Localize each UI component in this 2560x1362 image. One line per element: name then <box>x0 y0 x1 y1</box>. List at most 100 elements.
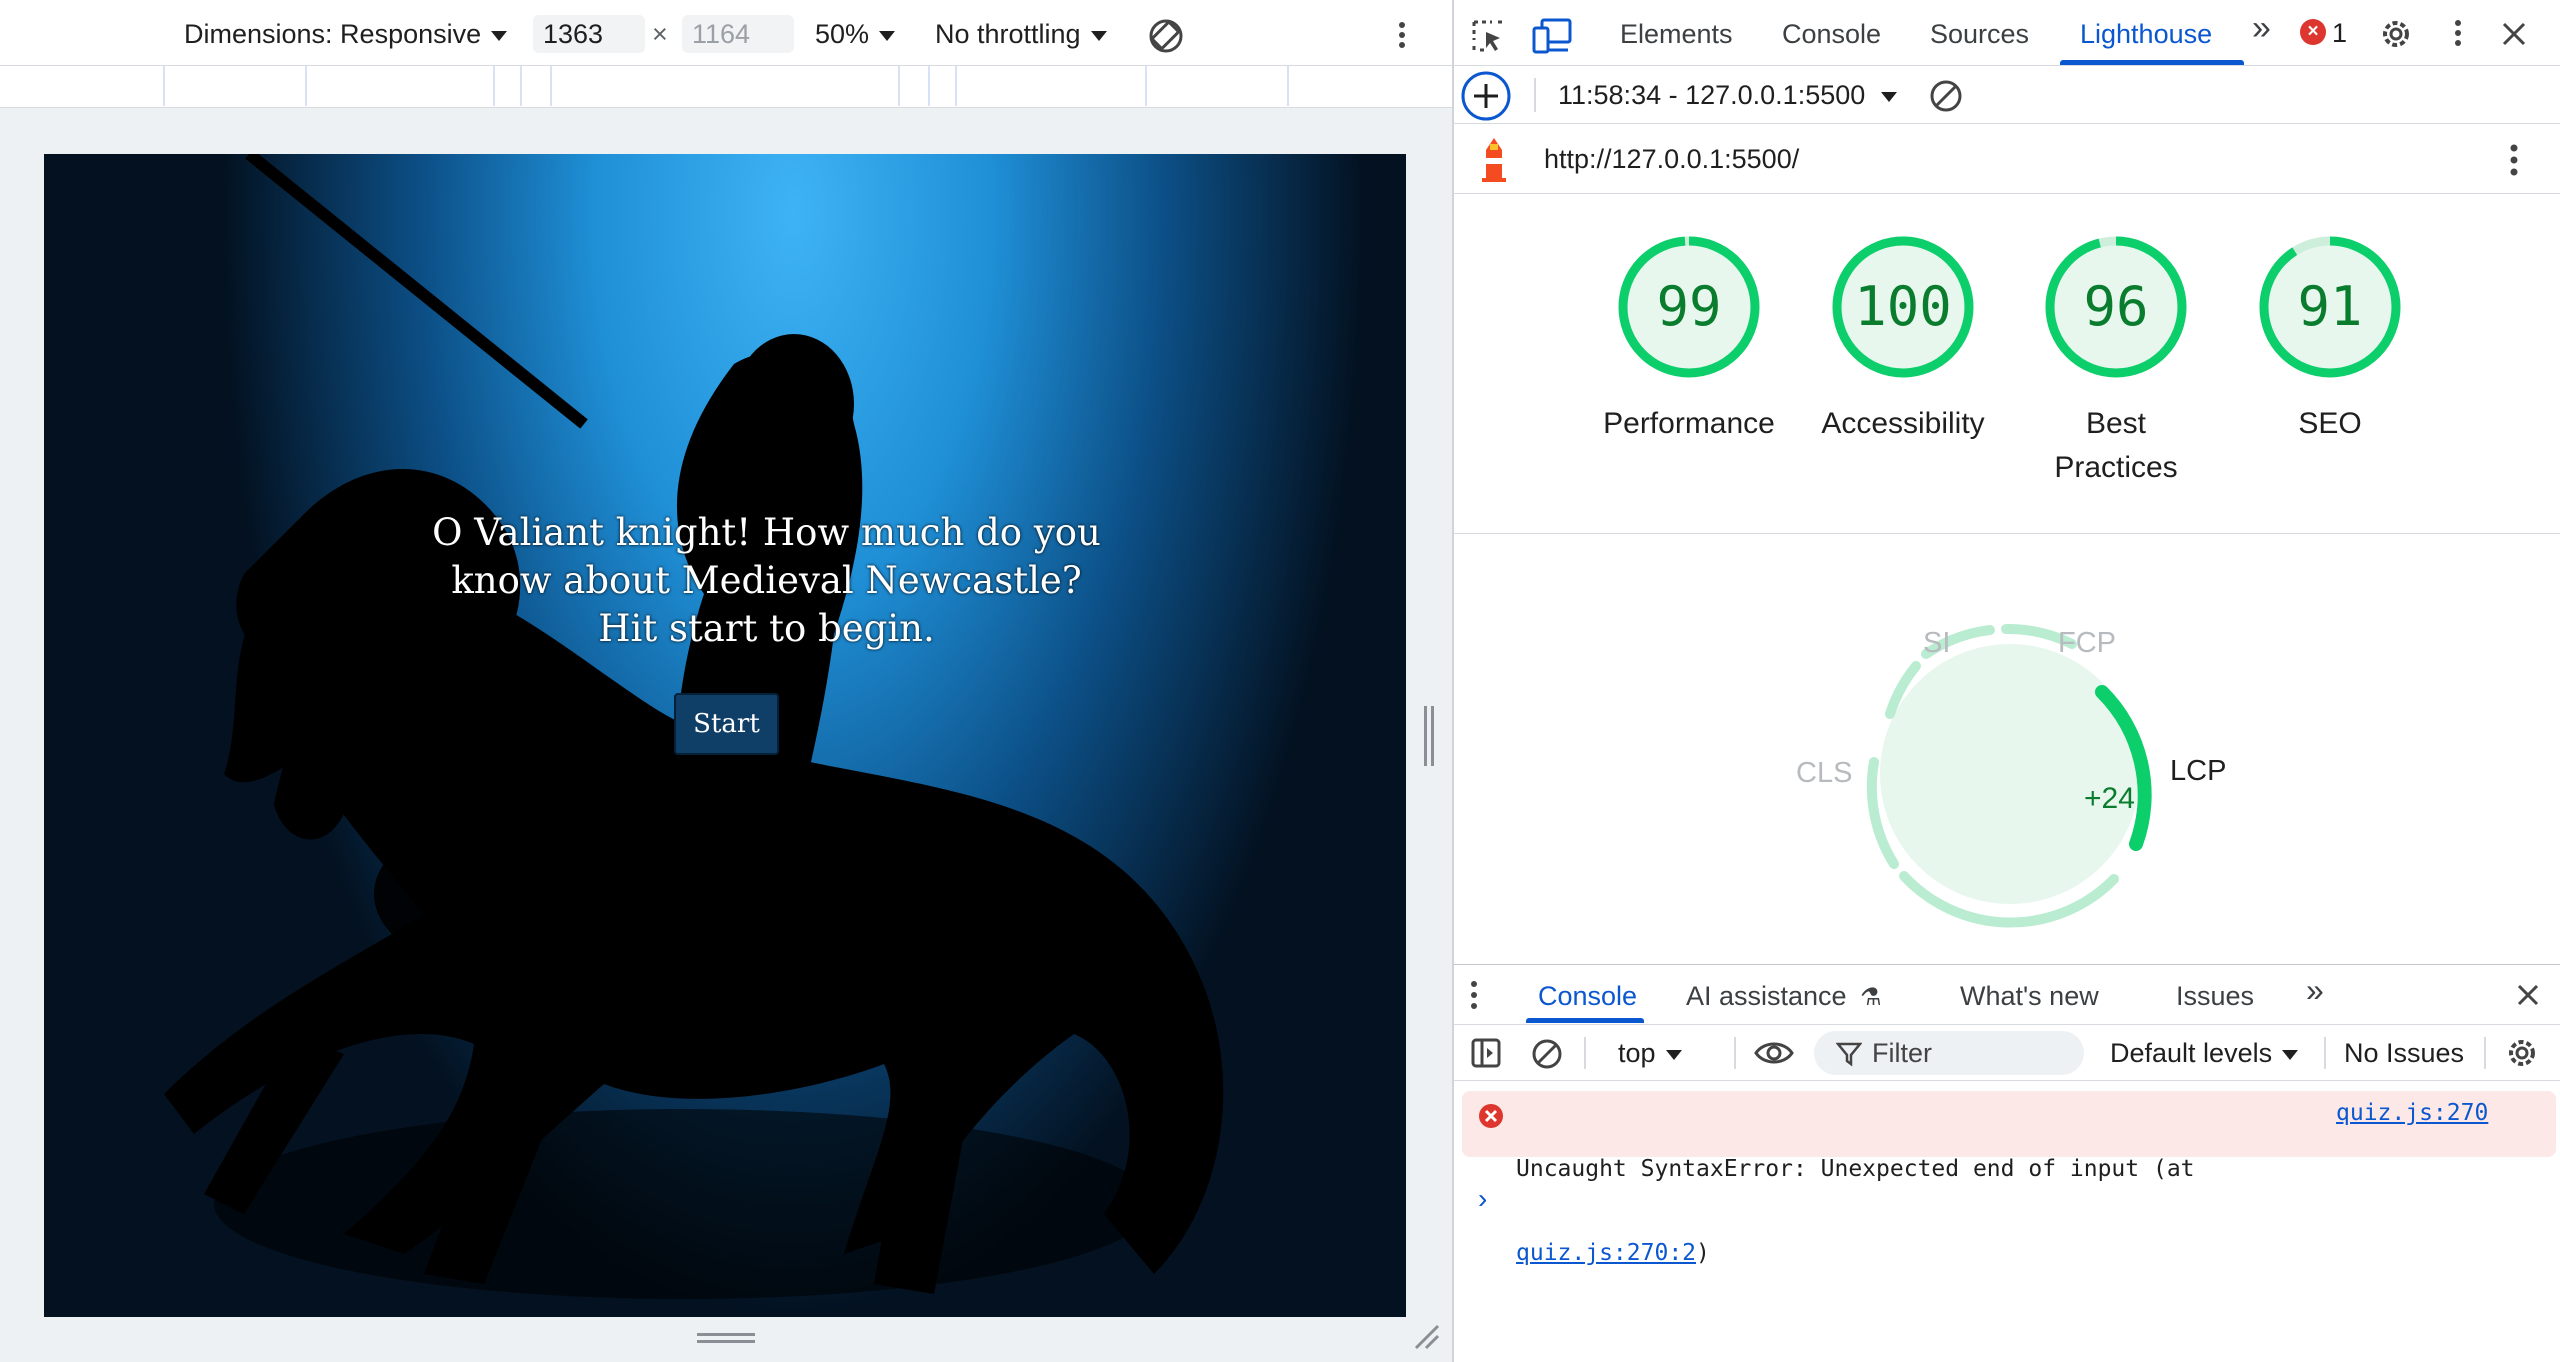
drawer-tab-label: AI assistance <box>1686 981 1847 1011</box>
quiz-intro-heading: O Valiant knight! How much do you know a… <box>374 509 1159 653</box>
lighthouse-logo-icon <box>1482 138 1506 182</box>
drawer-tab-whats-new[interactable]: What's new <box>1960 979 2099 1013</box>
ruler-tick <box>520 66 522 106</box>
metric-label-lcp[interactable]: LCP <box>2170 754 2226 788</box>
accessibility-gauge[interactable]: 100 <box>1830 234 1976 380</box>
best-practices-gauge[interactable]: 96 <box>2043 234 2189 380</box>
gauge-score: 99 <box>1656 275 1722 338</box>
times-separator: × <box>652 19 668 49</box>
start-button[interactable]: Start <box>674 693 779 755</box>
devtools-tab-bar: Elements Console Sources Lighthouse » × … <box>1454 0 2560 66</box>
ruler-tick <box>305 66 307 106</box>
media-query-ruler <box>0 66 1452 108</box>
device-toolbar: Dimensions: Responsive 1363 × 1164 50% N… <box>0 0 1452 66</box>
console-prompt-chevron-icon[interactable]: › <box>1478 1183 1487 1215</box>
chevron-down-icon <box>1090 30 1107 41</box>
devtools-panel: Elements Console Sources Lighthouse » × … <box>1452 0 2560 1362</box>
inspect-element-icon[interactable] <box>1470 18 1506 54</box>
error-count[interactable]: 1 <box>2332 17 2347 49</box>
console-drawer: Console AI assistance ⚗ What's new Issue… <box>1454 964 2560 1362</box>
device-mode-pane: Dimensions: Responsive 1363 × 1164 50% N… <box>0 0 1452 1362</box>
device-toolbar-toggle-icon[interactable] <box>1532 18 1572 54</box>
customize-menu-icon[interactable] <box>2448 18 2468 48</box>
live-expression-eye-icon[interactable] <box>1754 1039 1794 1067</box>
gauge-label-line: SEO <box>2298 407 2362 440</box>
viewport-width-resize-handle[interactable] <box>1424 706 1434 766</box>
issues-counter[interactable]: No Issues <box>2344 1035 2464 1071</box>
lcp-delta: +24 <box>2084 782 2135 815</box>
gauge-label-line: Performance <box>1603 407 1775 440</box>
chevron-down-icon <box>491 30 508 41</box>
close-devtools-icon[interactable] <box>2500 20 2528 48</box>
zoom-label: 50% <box>815 19 870 49</box>
console-settings-gear-icon[interactable] <box>2504 1035 2540 1071</box>
metric-label-si[interactable]: SI <box>1923 626 1950 660</box>
error-icon <box>1479 1104 1503 1128</box>
report-url[interactable]: http://127.0.0.1:5500/ <box>1544 142 1799 176</box>
metrics-ring <box>1866 623 2152 928</box>
seo-gauge[interactable]: 91 <box>2257 234 2403 380</box>
new-report-plus-icon[interactable] <box>1460 70 1512 122</box>
more-tabs-icon[interactable]: » <box>2252 10 2271 46</box>
console-toolbar: top Filter Default levels No Issues <box>1454 1025 2560 1081</box>
settings-gear-icon[interactable] <box>2378 16 2414 52</box>
gauge-label: Accessibility <box>1793 402 2013 446</box>
gauge-score: 96 <box>2083 275 2149 338</box>
clear-console-icon[interactable] <box>1530 1037 1564 1071</box>
zoom-dropdown[interactable]: 50% <box>815 17 896 51</box>
filter-icon <box>1836 1042 1862 1067</box>
log-levels-dropdown[interactable]: Default levels <box>2110 1035 2299 1071</box>
ruler-tick <box>1145 66 1147 106</box>
report-selector-label: 11:58:34 - 127.0.0.1:5500 <box>1558 80 1866 110</box>
performance-metrics-gauge: SI FCP CLS LCP +24 <box>1454 534 2560 964</box>
ruler-tick <box>493 66 495 106</box>
performance-gauge[interactable]: 99 <box>1616 234 1762 380</box>
gauge-label: Performance <box>1579 402 1799 446</box>
gauge-score: 91 <box>2297 275 2363 338</box>
viewport-height-resize-handle[interactable] <box>697 1333 755 1343</box>
ruler-tick <box>550 66 552 106</box>
more-drawer-tabs-icon[interactable]: » <box>2306 973 2324 1007</box>
report-selector[interactable]: 11:58:34 - 127.0.0.1:5500 <box>1558 78 1898 112</box>
filter-placeholder: Filter <box>1872 1038 1932 1068</box>
report-options-icon[interactable] <box>2504 142 2524 178</box>
error-source-link[interactable]: quiz.js:270 <box>2336 1099 2488 1127</box>
drawer-tab-console[interactable]: Console <box>1538 979 1637 1013</box>
clear-reports-icon[interactable] <box>1928 78 1964 114</box>
drawer-menu-icon[interactable] <box>1464 979 1484 1011</box>
heading-line: O Valiant knight! How much do you <box>432 511 1101 554</box>
tab-lighthouse[interactable]: Lighthouse <box>2080 16 2212 52</box>
more-options-icon[interactable] <box>1390 20 1414 50</box>
close-drawer-icon[interactable] <box>2516 983 2540 1007</box>
drawer-tab-issues[interactable]: Issues <box>2176 979 2254 1013</box>
chevron-down-icon <box>879 30 896 41</box>
height-input[interactable]: 1164 <box>682 15 794 53</box>
throttling-label: No throttling <box>935 19 1081 49</box>
tab-sources[interactable]: Sources <box>1930 16 2029 52</box>
error-inline-link[interactable]: quiz.js:270:2 <box>1516 1240 1696 1266</box>
rotate-icon[interactable] <box>1146 16 1186 56</box>
emulated-viewport: O Valiant knight! How much do you know a… <box>44 154 1406 1317</box>
heading-line: Hit start to begin. <box>598 607 935 650</box>
sidebar-toggle-icon[interactable] <box>1470 1037 1502 1069</box>
chevron-down-icon <box>2282 1049 2299 1060</box>
tab-elements[interactable]: Elements <box>1620 16 1733 52</box>
chevron-down-icon <box>1665 1049 1682 1060</box>
chevron-down-icon <box>1881 91 1898 102</box>
metric-label-cls[interactable]: CLS <box>1796 756 1852 790</box>
metric-label-fcp[interactable]: FCP <box>2058 626 2116 660</box>
width-input[interactable]: 1363 <box>533 15 645 53</box>
dimensions-dropdown[interactable]: Dimensions: Responsive <box>184 17 508 51</box>
context-selector[interactable]: top <box>1618 1035 1682 1071</box>
error-icon[interactable]: × <box>2300 19 2326 45</box>
tab-console[interactable]: Console <box>1782 16 1881 52</box>
corner-resize-icon[interactable] <box>1412 1322 1442 1352</box>
filter-input[interactable]: Filter <box>1814 1031 2084 1075</box>
throttling-dropdown[interactable]: No throttling <box>935 17 1107 51</box>
gauge-label-line: Practices <box>2054 451 2178 484</box>
drawer-tab-ai-assistance[interactable]: AI assistance ⚗ <box>1686 979 1882 1015</box>
toolbar-separator <box>1584 1037 1586 1069</box>
ruler-tick <box>163 66 165 106</box>
lighthouse-toolbar: 11:58:34 - 127.0.0.1:5500 <box>1454 66 2560 124</box>
error-text: Uncaught SyntaxError: Unexpected end of … <box>1516 1099 2195 1323</box>
